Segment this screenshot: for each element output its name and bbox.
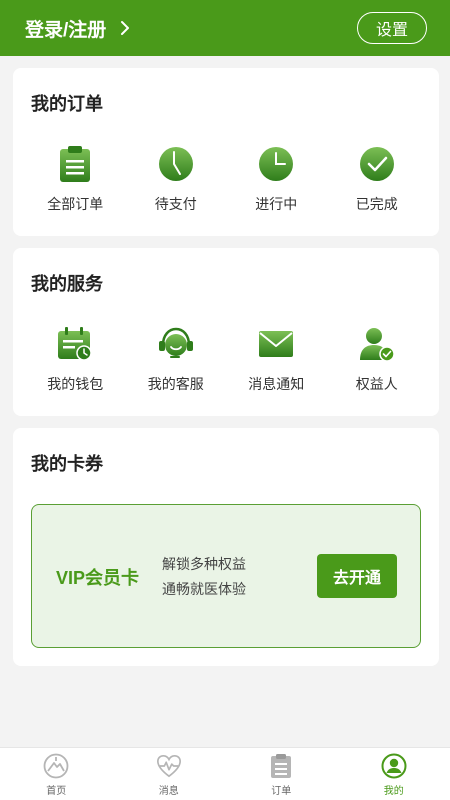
vip-desc-line1: 解锁多种权益 — [162, 556, 246, 572]
bottom-tab-bar: 首页 消息 订单 我的 — [0, 747, 450, 800]
service-item-beneficiary[interactable]: 权益人 — [327, 324, 428, 394]
order-item-in-progress[interactable]: 进行中 — [226, 144, 327, 214]
home-icon — [43, 753, 69, 779]
order-item-label: 已完成 — [355, 196, 398, 212]
tab-messages[interactable]: 消息 — [113, 748, 226, 800]
tab-home[interactable]: 首页 — [0, 748, 113, 800]
login-register-label: 登录/注册 — [25, 19, 107, 41]
clock-pending-icon — [156, 144, 196, 184]
heartbeat-icon — [156, 753, 182, 779]
orders-title: 我的订单 — [31, 94, 103, 114]
order-item-label: 进行中 — [255, 196, 298, 212]
service-item-notifications[interactable]: 消息通知 — [226, 324, 327, 394]
headset-icon — [156, 324, 196, 364]
service-item-label: 消息通知 — [248, 376, 305, 392]
tab-label: 消息 — [158, 786, 179, 797]
service-item-label: 我的钱包 — [47, 376, 104, 392]
clock-icon — [256, 144, 296, 184]
top-header: 登录/注册 设置 — [0, 0, 450, 56]
clipboard-icon — [268, 753, 294, 779]
order-item-label: 待支付 — [154, 196, 197, 212]
services-grid: 我的钱包 我的客服 消息通知 权益人 — [25, 324, 427, 394]
vip-card-description: 解锁多种权益 通畅就医体验 — [162, 552, 246, 602]
check-circle-icon — [357, 144, 397, 184]
order-item-all[interactable]: 全部订单 — [25, 144, 126, 214]
order-item-label: 全部订单 — [47, 196, 104, 212]
tab-orders[interactable]: 订单 — [225, 748, 338, 800]
vip-card-title: VIP会员卡 — [56, 568, 140, 588]
tab-label: 首页 — [46, 786, 67, 797]
coupons-card: 我的卡券 VIP会员卡 解锁多种权益 通畅就医体验 去开通 — [13, 428, 439, 666]
order-item-pending-payment[interactable]: 待支付 — [126, 144, 227, 214]
login-register-link[interactable]: 登录/注册 — [25, 15, 130, 42]
orders-grid: 全部订单 待支付 进行中 已完成 — [25, 144, 427, 214]
profile-icon — [381, 753, 407, 779]
coupons-title: 我的卡券 — [31, 454, 103, 474]
mail-icon — [256, 324, 296, 364]
tab-label: 我的 — [383, 786, 404, 797]
wallet-icon — [55, 324, 95, 364]
services-title: 我的服务 — [31, 274, 103, 294]
order-item-completed[interactable]: 已完成 — [327, 144, 428, 214]
vip-activate-button[interactable]: 去开通 — [317, 554, 397, 598]
orders-card: 我的订单 全部订单 待支付 进行中 已完成 — [13, 68, 439, 236]
settings-button[interactable]: 设置 — [356, 12, 427, 44]
service-item-customer-service[interactable]: 我的客服 — [126, 324, 227, 394]
tab-label: 订单 — [271, 786, 292, 797]
service-item-label: 权益人 — [355, 376, 398, 392]
service-item-wallet[interactable]: 我的钱包 — [25, 324, 126, 394]
clipboard-icon — [55, 144, 95, 184]
service-item-label: 我的客服 — [147, 376, 204, 392]
tab-profile[interactable]: 我的 — [338, 748, 450, 800]
vip-desc-line2: 通畅就医体验 — [162, 581, 246, 597]
vip-card[interactable]: VIP会员卡 解锁多种权益 通畅就医体验 去开通 — [31, 504, 421, 648]
user-badge-icon — [357, 324, 397, 364]
services-card: 我的服务 我的钱包 我的客服 消息通知 权益人 — [13, 248, 439, 416]
chevron-right-icon — [120, 20, 130, 36]
